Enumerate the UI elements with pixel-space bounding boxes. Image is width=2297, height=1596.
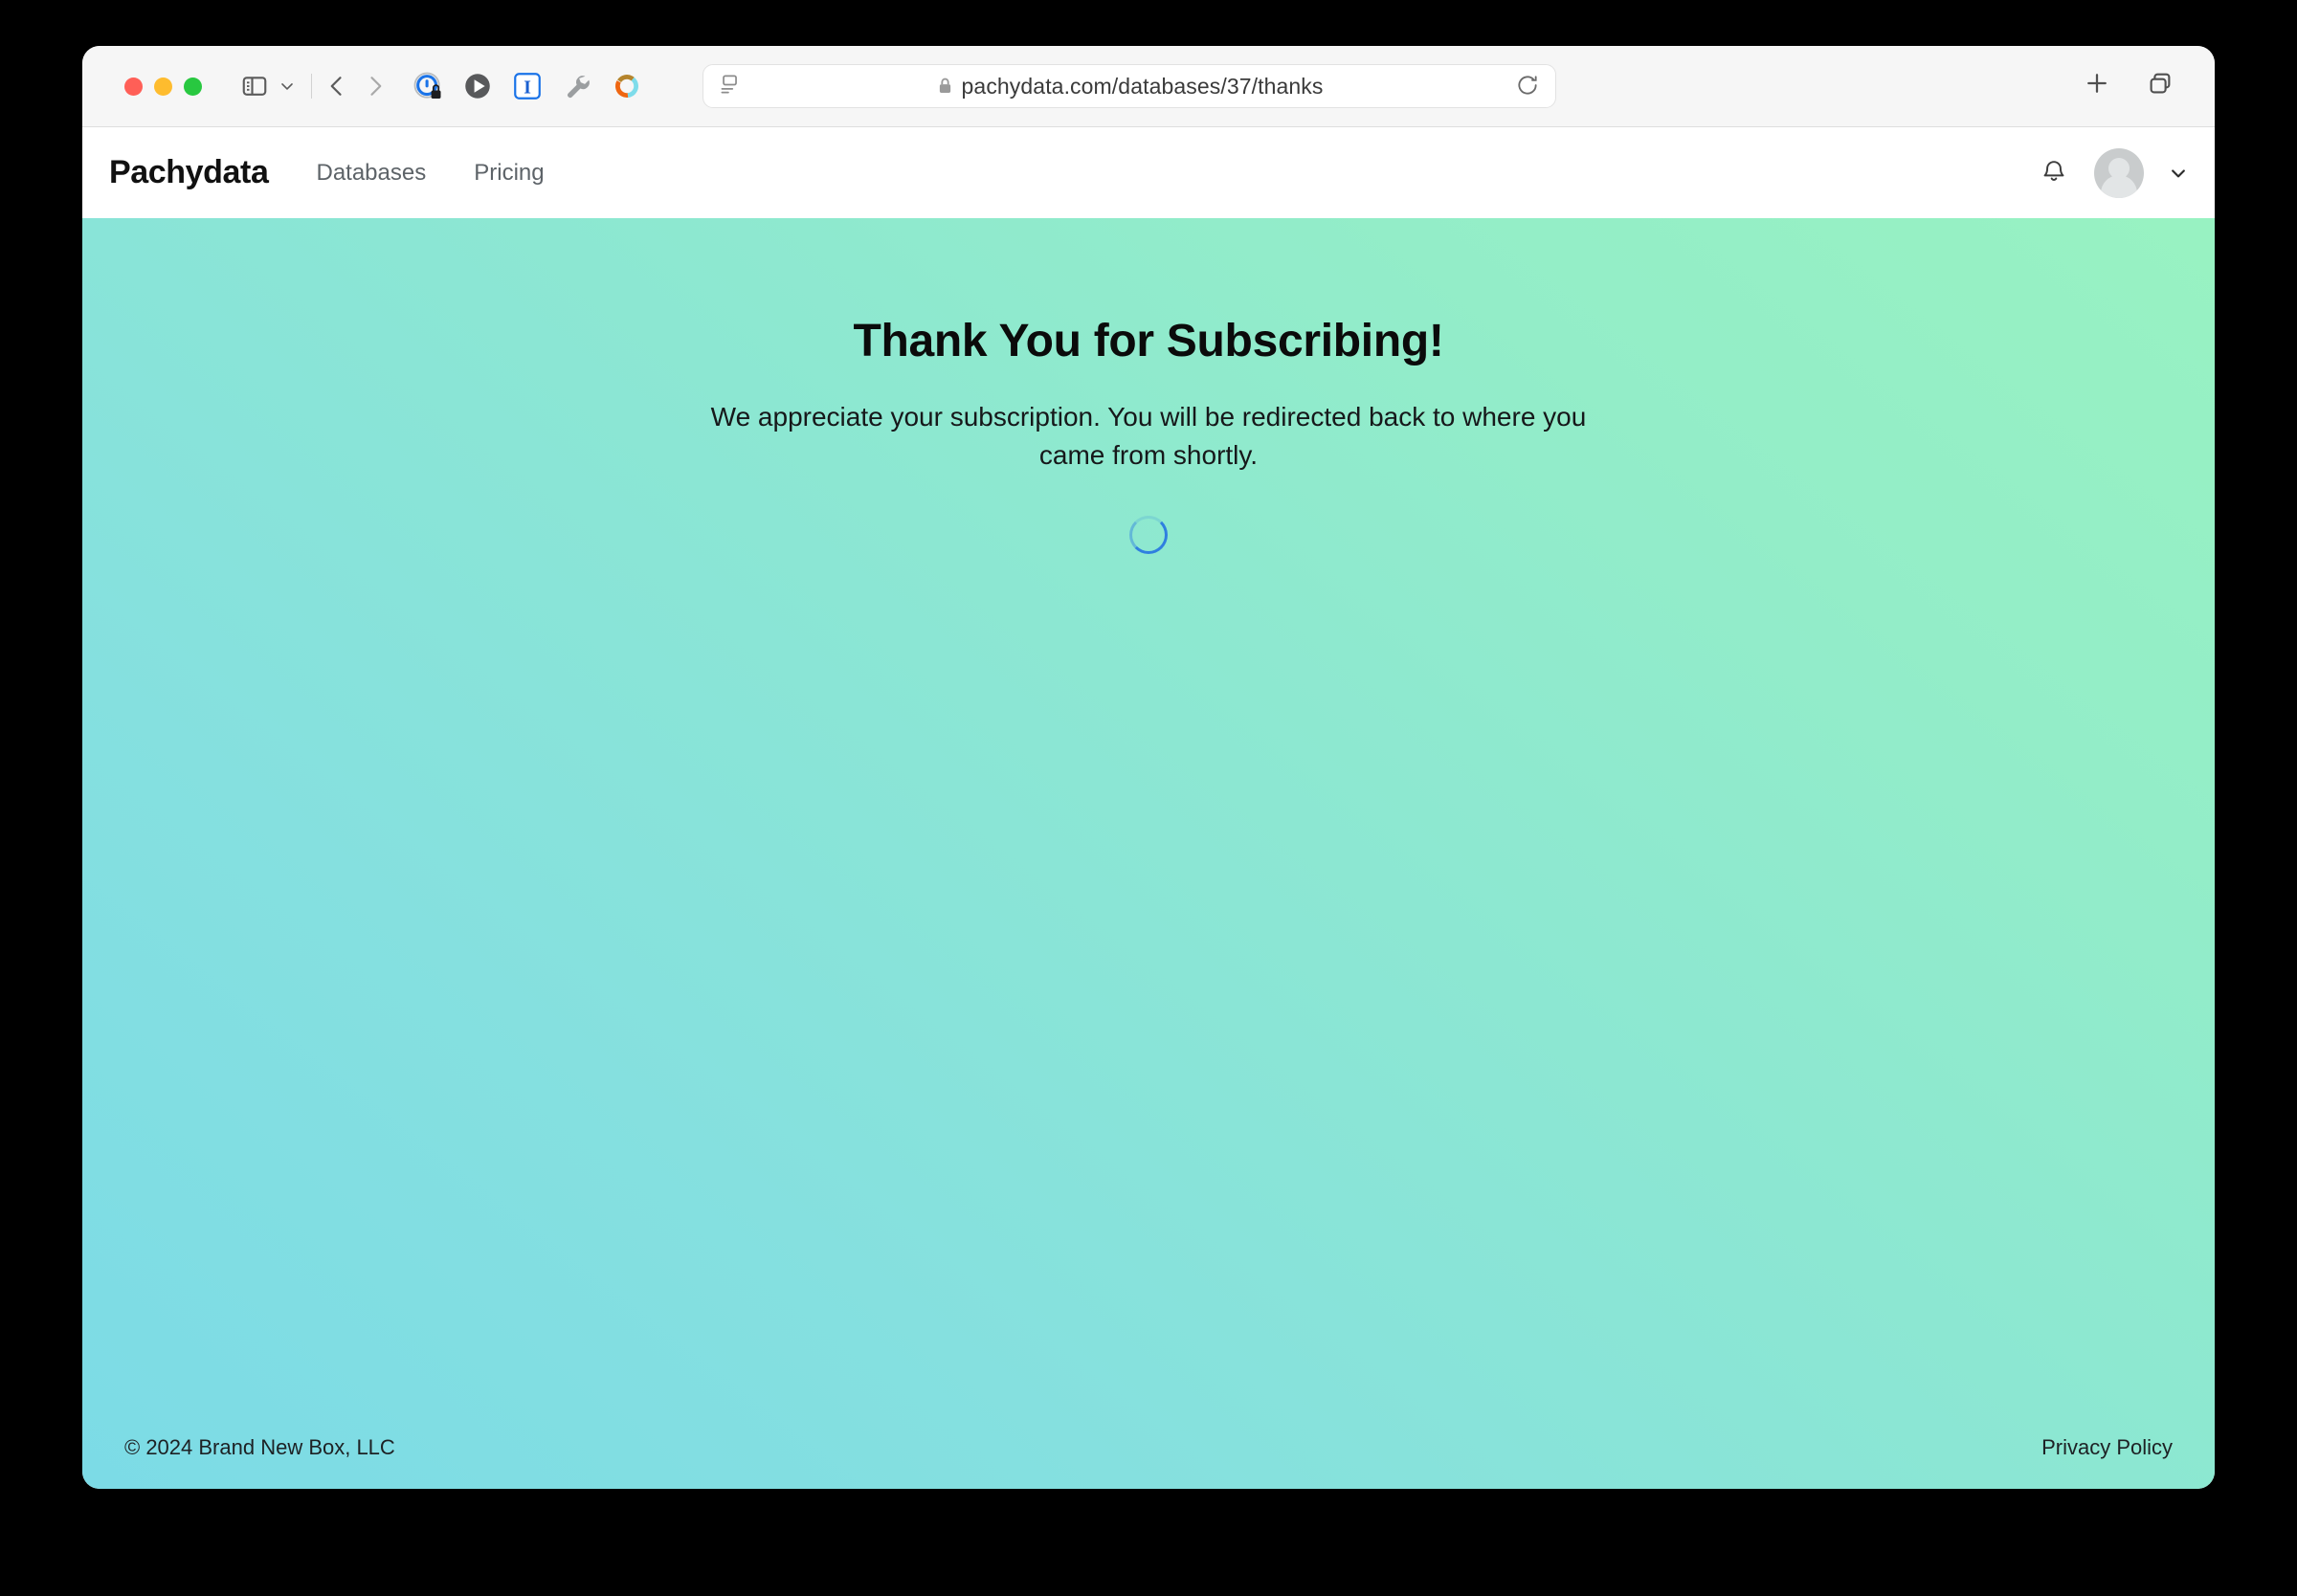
tab-overview-icon[interactable] <box>2146 69 2180 103</box>
back-arrow-icon[interactable] <box>318 67 356 105</box>
brand-logo[interactable]: Pachydata <box>109 154 269 191</box>
play-button-extension-icon[interactable] <box>459 68 496 104</box>
thanks-content: Thank You for Subscribing! We appreciate… <box>82 218 2215 555</box>
site-header: Pachydata Databases Pricing <box>82 127 2215 218</box>
spinner-container <box>82 516 2215 555</box>
chevron-down-icon[interactable] <box>2169 164 2188 183</box>
avatar[interactable] <box>2094 147 2144 198</box>
wrench-extension-icon[interactable] <box>559 68 595 104</box>
donut-ring-extension-icon[interactable] <box>609 68 645 104</box>
url-text: pachydata.com/databases/37/thanks <box>961 73 1324 99</box>
avatar-body <box>2101 174 2137 198</box>
window-traffic-lights <box>124 77 202 96</box>
main-navigation: Databases Pricing <box>316 160 544 187</box>
nav-link-pricing[interactable]: Pricing <box>474 160 544 187</box>
page-subtitle: We appreciate your subscription. You wil… <box>710 401 1587 471</box>
privacy-shield-extension-icon[interactable] <box>410 68 446 104</box>
sidebar-chevron-down-icon[interactable] <box>275 70 300 102</box>
toolbar-divider <box>311 74 312 99</box>
address-bar[interactable]: pachydata.com/databases/37/thanks <box>702 64 1556 108</box>
notification-bell-icon[interactable] <box>2041 157 2069 189</box>
loading-spinner <box>1129 516 1168 555</box>
maximize-window-button[interactable] <box>184 77 202 96</box>
nav-link-databases[interactable]: Databases <box>316 160 426 187</box>
browser-toolbar: I pachydata.com/databases/37/thanks <box>82 46 2215 127</box>
site-footer: © 2024 Brand New Box, LLC Privacy Policy <box>82 1407 2215 1489</box>
browser-extensions: I <box>410 68 645 104</box>
screen: I pachydata.com/databases/37/thanks Pach… <box>0 0 2297 1596</box>
page-body: Thank You for Subscribing! We appreciate… <box>82 218 2215 1489</box>
page-title: Thank You for Subscribing! <box>853 316 1444 366</box>
close-window-button[interactable] <box>124 77 143 96</box>
minimize-window-button[interactable] <box>154 77 172 96</box>
reader-view-icon[interactable] <box>717 72 746 100</box>
copyright-text: © 2024 Brand New Box, LLC <box>124 1435 395 1459</box>
privacy-policy-link[interactable]: Privacy Policy <box>2041 1435 2173 1460</box>
toolbar-right-controls <box>2083 69 2190 103</box>
sidebar-toggle-icon[interactable] <box>238 70 271 102</box>
lock-icon <box>938 77 953 96</box>
italic-i-extension-icon[interactable]: I <box>509 68 546 104</box>
header-right-controls <box>2041 147 2188 198</box>
url-display[interactable]: pachydata.com/databases/37/thanks <box>746 74 1515 100</box>
svg-text:I: I <box>524 78 531 99</box>
plus-icon[interactable] <box>2083 69 2117 103</box>
forward-arrow-icon[interactable] <box>356 67 394 105</box>
reload-icon[interactable] <box>1515 73 1542 100</box>
browser-window: I pachydata.com/databases/37/thanks Pach… <box>82 46 2215 1489</box>
